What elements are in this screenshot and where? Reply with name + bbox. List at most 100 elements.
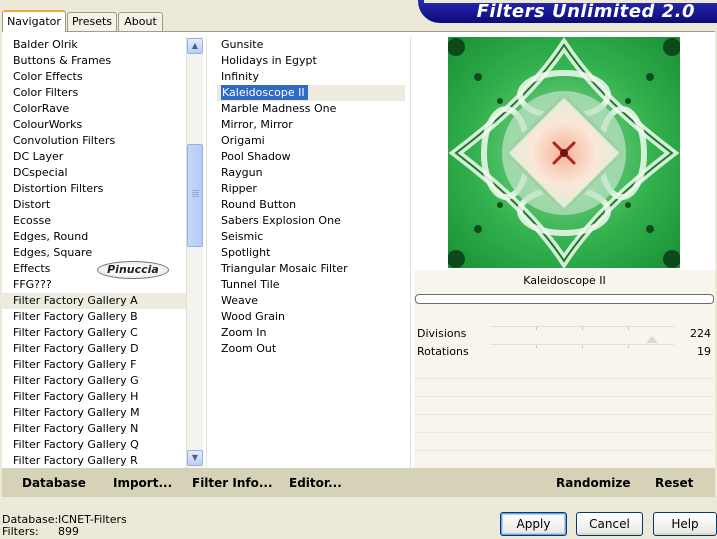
list-item-label: Zoom In — [221, 326, 267, 339]
list-item[interactable]: Edges, Round — [2, 229, 186, 245]
list-item[interactable]: Filter Factory Gallery G — [2, 373, 186, 389]
list-item-label: Ecosse — [13, 214, 51, 227]
list-item-label: Raygun — [221, 166, 263, 179]
preview-image — [448, 37, 680, 268]
list-item[interactable]: Convolution Filters — [2, 133, 186, 149]
scroll-up-button[interactable]: ▲ — [187, 38, 203, 54]
progress-bar — [415, 294, 714, 304]
param-slider[interactable] — [490, 326, 674, 343]
list-item[interactable]: Filter Factory Gallery D — [2, 341, 186, 357]
list-item-label: Effects — [13, 262, 51, 275]
list-item[interactable]: Filter Factory Gallery N — [2, 421, 186, 437]
list-item-label: Edges, Round — [13, 230, 89, 243]
param-separator — [415, 378, 714, 379]
list-item[interactable]: Holidays in Egypt — [217, 53, 405, 69]
list-item[interactable]: Ripper — [217, 181, 405, 197]
list-item[interactable]: Filter Factory Gallery H — [2, 389, 186, 405]
list-item-label: Filter Factory Gallery R — [13, 454, 138, 467]
cancel-button[interactable]: Cancel — [576, 512, 643, 536]
list-item[interactable]: Buttons & Frames — [2, 53, 186, 69]
list-item-label: Filter Factory Gallery A — [13, 294, 138, 307]
list-item[interactable]: Filter Factory Gallery R — [2, 453, 186, 469]
category-list[interactable]: Balder Olrik Buttons & Frames Color Effect… — [2, 37, 186, 469]
list-item[interactable]: DCspecial — [2, 165, 186, 181]
list-item-label: Kaleidoscope II — [221, 85, 308, 100]
list-item-label: Wood Grain — [221, 310, 285, 323]
list-item[interactable]: Distort — [2, 197, 186, 213]
param-separator — [415, 414, 714, 415]
list-item-label: Distort — [13, 198, 51, 211]
list-item[interactable]: Pool Shadow — [217, 149, 405, 165]
database-button[interactable]: Database — [22, 476, 86, 490]
watermark-logo: Pinuccia — [97, 261, 169, 279]
panel-divider — [410, 37, 411, 468]
list-item-label: Color Filters — [13, 86, 79, 99]
list-item[interactable]: Color Filters — [2, 85, 186, 101]
help-button[interactable]: Help — [653, 512, 717, 536]
kaleidoscope-preview — [448, 37, 680, 268]
list-item[interactable]: Zoom In — [217, 325, 405, 341]
list-item[interactable]: Seismic — [217, 229, 405, 245]
list-item[interactable]: Tunnel Tile — [217, 277, 405, 293]
scroll-thumb[interactable] — [187, 144, 203, 247]
list-item[interactable]: ColorRave — [2, 101, 186, 117]
list-item[interactable]: Distortion Filters — [2, 181, 186, 197]
list-item[interactable]: Ecosse — [2, 213, 186, 229]
list-item[interactable]: Weave — [217, 293, 405, 309]
scroll-down-button[interactable]: ▼ — [187, 450, 203, 466]
list-item[interactable]: Filter Factory Gallery F — [2, 357, 186, 373]
list-item[interactable]: Kaleidoscope II — [217, 85, 405, 101]
list-item-label: ColorRave — [13, 102, 70, 115]
list-item[interactable]: Marble Madness One — [217, 101, 405, 117]
param-divisions[interactable]: Divisions 224 — [415, 326, 714, 343]
list-item[interactable]: Filter Factory Gallery A — [2, 293, 186, 309]
reset-button[interactable]: Reset — [655, 476, 693, 490]
list-item[interactable]: Mirror, Mirror — [217, 117, 405, 133]
list-item[interactable]: ColourWorks — [2, 117, 186, 133]
filter-info-button[interactable]: Filter Info... — [192, 476, 273, 490]
chevron-up-icon: ▲ — [191, 41, 199, 50]
filter-list[interactable]: Gunsite Holidays in Egypt Infinity Kaleidos… — [217, 37, 405, 357]
list-item[interactable]: DC Layer — [2, 149, 186, 165]
list-item-label: Weave — [221, 294, 259, 307]
list-item[interactable]: Raygun — [217, 165, 405, 181]
import-button[interactable]: Import... — [113, 476, 172, 490]
app-title: Filters Unlimited 2.0 — [476, 1, 695, 22]
param-name: Divisions — [417, 327, 467, 340]
list-item[interactable]: Color Effects — [2, 69, 186, 85]
slider-knob[interactable] — [645, 336, 658, 343]
list-item[interactable]: Origami — [217, 133, 405, 149]
list-item[interactable]: Gunsite — [217, 37, 405, 53]
list-item[interactable]: Filter Factory Gallery C — [2, 325, 186, 341]
list-item-label: Filter Factory Gallery F — [13, 358, 137, 371]
list-item[interactable]: Filter Factory Gallery Q — [2, 437, 186, 453]
list-divider — [206, 37, 207, 468]
list-item[interactable]: Filter Factory Gallery B — [2, 309, 186, 325]
list-item[interactable]: Infinity — [217, 69, 405, 85]
list-item[interactable]: Triangular Mosaic Filter — [217, 261, 405, 277]
category-scrollbar[interactable]: ▲ ▼ — [186, 37, 203, 468]
list-item[interactable]: Sabers Explosion One — [217, 213, 405, 229]
param-slider[interactable] — [490, 344, 674, 360]
tab-navigator[interactable]: Navigator — [2, 10, 66, 32]
editor-button[interactable]: Editor... — [289, 476, 342, 490]
list-item-label: Distortion Filters — [13, 182, 104, 195]
tab-about[interactable]: About — [118, 12, 163, 31]
tab-presets[interactable]: Presets — [67, 12, 117, 31]
list-item[interactable]: FFG??? — [2, 277, 186, 293]
apply-button[interactable]: Apply — [500, 512, 567, 536]
list-item-label: Filter Factory Gallery C — [13, 326, 138, 339]
list-item-label: Tunnel Tile — [221, 278, 280, 291]
param-name: Rotations — [417, 345, 469, 358]
param-rotations[interactable]: Rotations 19 — [415, 344, 714, 360]
randomize-button[interactable]: Randomize — [556, 476, 630, 490]
list-item[interactable]: Edges, Square — [2, 245, 186, 261]
list-item[interactable]: Filter Factory Gallery M — [2, 405, 186, 421]
list-item[interactable]: Wood Grain — [217, 309, 405, 325]
list-item-label: Infinity — [221, 70, 259, 83]
list-item[interactable]: Round Button — [217, 197, 405, 213]
list-item[interactable]: Zoom Out — [217, 341, 405, 357]
list-item[interactable]: Spotlight — [217, 245, 405, 261]
app-banner: Filters Unlimited 2.0 — [418, 0, 717, 23]
list-item[interactable]: Balder Olrik — [2, 37, 186, 53]
